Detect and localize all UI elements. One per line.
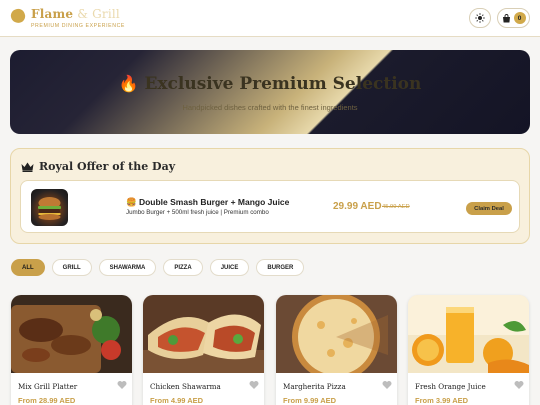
offer-item-name: 🍔 Double Smash Burger + Mango Juice <box>126 197 290 207</box>
brand-subtitle: PREMIUM DINING EXPERIENCE <box>31 23 125 29</box>
filter-chip-all[interactable]: ALL <box>11 259 45 276</box>
heart-icon[interactable] <box>514 380 524 390</box>
offer-price: 29.99 AED <box>333 201 382 212</box>
fire-icon: 🔥 <box>118 74 139 93</box>
offer-card[interactable]: 🍔 Double Smash Burger + Mango Juice Jumb… <box>20 180 520 233</box>
filter-chip-burger[interactable]: BURGER <box>256 259 305 276</box>
margherita-pizza-image <box>276 295 397 381</box>
filter-chip-shawarma[interactable]: SHAWARMA <box>98 259 157 276</box>
filter-chip-pizza[interactable]: PIZZA <box>163 259 203 276</box>
top-header: Flame & Grill PREMIUM DINING EXPERIENCE … <box>0 0 540 37</box>
product-price: From 28.99 AED <box>18 396 76 405</box>
product-price: From 4.99 AED <box>150 396 204 405</box>
product-price: From 9.99 AED <box>283 396 337 405</box>
offer-item-description: Jumbo Burger + 500ml fresh juice | Premi… <box>126 209 269 216</box>
product-name: Mix Grill Platter <box>18 382 78 391</box>
hero-banner: 🔥 Exclusive Premium Selection Handpicked… <box>10 50 530 134</box>
product-name: Fresh Orange Juice <box>415 382 486 391</box>
sun-icon <box>475 13 485 23</box>
product-card[interactable]: Chicken Shawarma From 4.99 AED <box>143 295 264 405</box>
category-filter-bar: ALL GRILL SHAWARMA PIZZA JUICE BURGER <box>11 259 305 276</box>
shopping-bag-icon <box>502 13 510 22</box>
brand-logo[interactable]: Flame & Grill PREMIUM DINING EXPERIENCE <box>9 7 125 29</box>
royal-offer-heading: Royal Offer of the Day <box>21 160 175 173</box>
product-card[interactable]: Fresh Orange Juice From 3.99 AED <box>408 295 529 405</box>
heart-icon[interactable] <box>382 380 392 390</box>
hero-subtitle: Handpicked dishes crafted with the fines… <box>182 103 358 112</box>
hero-title: 🔥 Exclusive Premium Selection <box>118 74 422 94</box>
orange-juice-image <box>408 295 529 373</box>
cart-button[interactable]: 0 <box>497 8 530 28</box>
product-card[interactable]: Mix Grill Platter From 28.99 AED <box>11 295 132 405</box>
heart-icon[interactable] <box>117 380 127 390</box>
burger-image <box>31 189 68 226</box>
product-name: Margherita Pizza <box>283 382 346 391</box>
product-name: Chicken Shawarma <box>150 382 221 391</box>
chicken-shawarma-image <box>143 295 264 373</box>
claim-deal-button[interactable]: Claim Deal <box>466 202 512 215</box>
theme-toggle-button[interactable] <box>469 8 491 28</box>
royal-offer-section: Royal Offer of the Day 🍔 Double Smash Bu… <box>10 148 530 244</box>
filter-chip-juice[interactable]: JUICE <box>209 259 250 276</box>
product-price: From 3.99 AED <box>415 396 469 405</box>
brand-title: Flame & Grill <box>31 7 120 21</box>
filter-chip-grill[interactable]: GRILL <box>51 259 92 276</box>
cart-count-badge: 0 <box>513 12 526 24</box>
crown-icon <box>21 162 34 172</box>
flame-logo-icon <box>9 7 27 25</box>
heart-icon[interactable] <box>249 380 259 390</box>
product-card[interactable]: Margherita Pizza From 9.99 AED <box>276 295 397 405</box>
offer-old-price: 45.99 AED <box>382 204 410 210</box>
mix-grill-image <box>11 295 132 373</box>
